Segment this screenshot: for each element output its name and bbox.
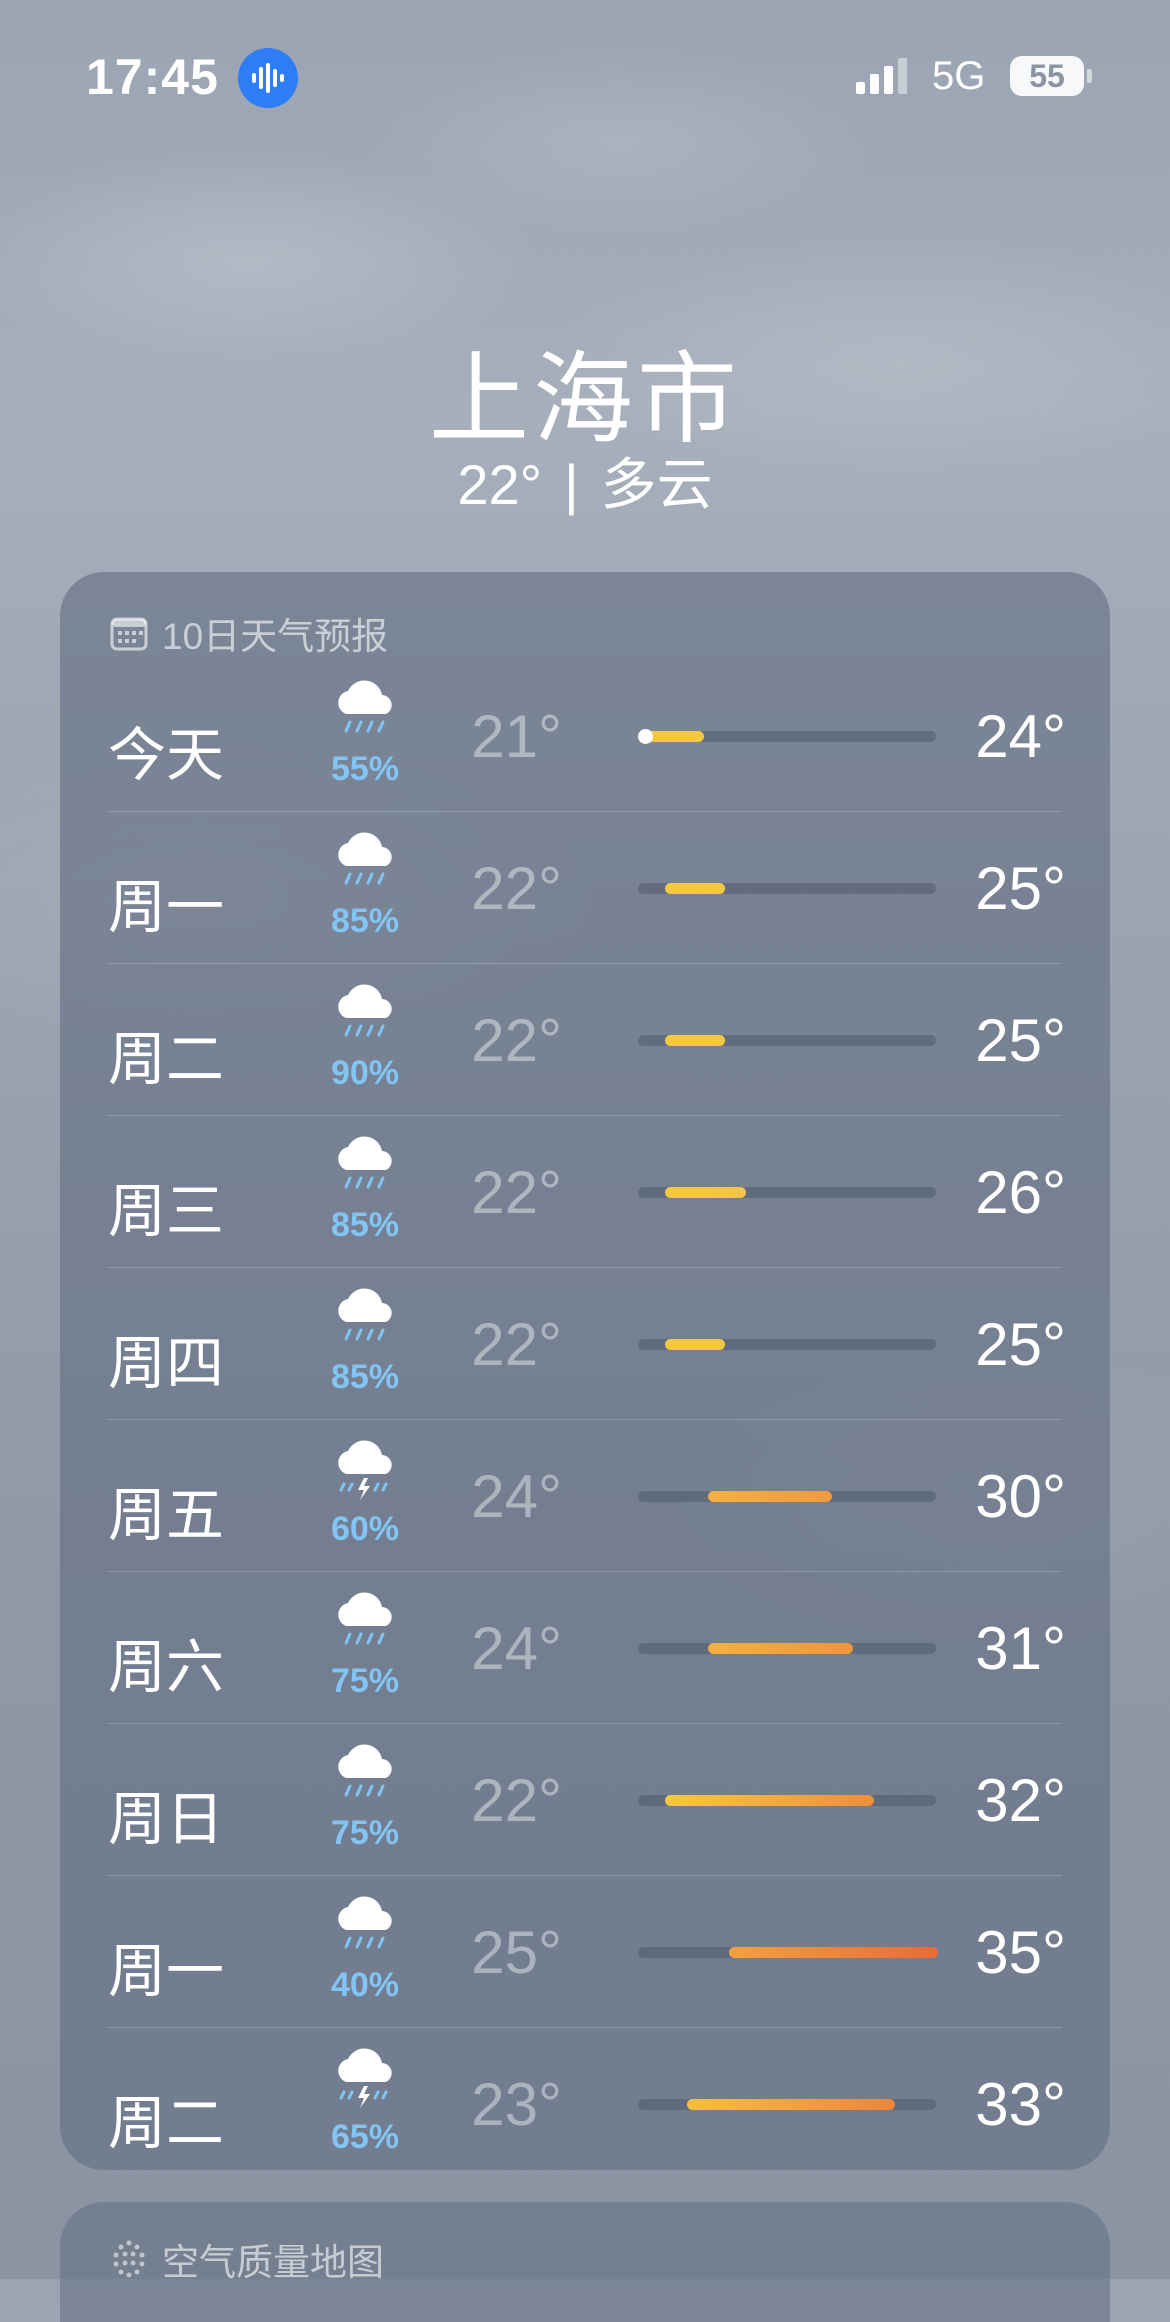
forecast-row[interactable]: 周五 60% 24° 30°: [108, 1420, 1066, 1572]
battery-icon: 55: [1010, 56, 1084, 96]
current-temperature-dot: [638, 729, 653, 744]
forecast-list: 今天 55% 21° 24° 周一 85% 22° 25° 周二 90% 22° 25° 周三 85% 22…: [108, 660, 1066, 2179]
high-temperature: 30°: [975, 1463, 1066, 1530]
low-temperature: 22°: [471, 1007, 562, 1074]
current-condition: 多云: [600, 453, 713, 516]
ten-day-forecast-card[interactable]: 10日天气预报 今天 55% 21° 24° 周一 85% 22° 25° 周二 90% 22° 25…: [60, 572, 1110, 2170]
temperature-range-fill: [665, 1187, 747, 1198]
waveform-icon: [252, 63, 284, 93]
temperature-range-fill: [729, 1947, 938, 1958]
current-temperature: 22°: [457, 453, 543, 516]
low-temperature: 25°: [471, 1919, 562, 1986]
temperature-range-fill: [707, 1491, 832, 1502]
card-header: 10日天气预报: [110, 608, 388, 658]
high-temperature: 25°: [975, 1007, 1066, 1074]
temperature-range-fill: [707, 1643, 853, 1654]
forecast-day: 周三: [108, 1179, 225, 1244]
temperature-range-bar: [638, 1795, 936, 1806]
air-quality-icon: [113, 2240, 145, 2278]
high-temperature: 32°: [975, 1767, 1066, 1834]
network-type: 5G: [932, 54, 986, 98]
low-temperature: 24°: [471, 1615, 562, 1682]
forecast-day: 周一: [108, 875, 225, 940]
temperature-range-bar: [638, 1491, 936, 1502]
high-temperature: 24°: [975, 703, 1066, 770]
forecast-day: 周四: [108, 1331, 225, 1396]
forecast-row[interactable]: 周日 75% 22° 32°: [108, 1724, 1066, 1876]
forecast-day: 周六: [108, 1635, 225, 1700]
temperature-range-bar: [638, 729, 936, 744]
forecast-row[interactable]: 今天 55% 21° 24°: [108, 660, 1066, 812]
card-header: 空气质量地图: [110, 2234, 384, 2284]
forecast-row[interactable]: 周二 90% 22° 25°: [108, 964, 1066, 1116]
forecast-row[interactable]: 周六 75% 24° 31°: [108, 1572, 1066, 1724]
temperature-range-bar: [638, 1643, 936, 1654]
temperature-range-bar: [638, 1947, 938, 1958]
status-bar: 17:45 5G 55: [0, 0, 1170, 150]
forecast-row[interactable]: 周四 85% 22° 25°: [108, 1268, 1066, 1420]
air-quality-title: 空气质量地图: [162, 2242, 384, 2283]
forecast-day: 周五: [108, 1483, 225, 1548]
forecast-row[interactable]: 周一 85% 22° 25°: [108, 812, 1066, 964]
temperature-range-fill: [665, 883, 726, 894]
low-temperature: 22°: [471, 855, 562, 922]
low-temperature: 24°: [471, 1463, 562, 1530]
high-temperature: 33°: [975, 2071, 1066, 2138]
high-temperature: 25°: [975, 855, 1066, 922]
low-temperature: 21°: [471, 703, 562, 770]
low-temperature: 22°: [471, 1311, 562, 1378]
high-temperature: 25°: [975, 1311, 1066, 1378]
temperature-range-bar: [638, 1035, 936, 1046]
low-temperature: 23°: [471, 2071, 562, 2138]
battery-nub: [1087, 69, 1092, 83]
forecast-day: 周二: [108, 2091, 225, 2156]
voice-memo-indicator[interactable]: [238, 48, 298, 108]
low-temperature: 22°: [471, 1767, 562, 1834]
low-temperature: 22°: [471, 1159, 562, 1226]
temperature-range-fill: [665, 1795, 875, 1806]
temperature-range-fill: [665, 1035, 726, 1046]
calendar-icon: [110, 617, 148, 651]
temperature-range-bar: [638, 1339, 936, 1350]
temperature-range-bar: [638, 883, 936, 894]
forecast-row[interactable]: 周二 65% 23° 33°: [108, 2028, 1066, 2179]
temperature-range-bar: [638, 2099, 936, 2110]
high-temperature: 35°: [975, 1919, 1066, 1986]
status-time: 17:45: [86, 49, 219, 105]
air-quality-map-card[interactable]: 空气质量地图: [60, 2202, 1110, 2322]
battery-level: 55: [1029, 57, 1065, 94]
high-temperature: 26°: [975, 1159, 1066, 1226]
forecast-day: 今天: [108, 723, 225, 788]
current-conditions: 22° | 多云: [0, 440, 1170, 521]
temperature-range-bar: [638, 1187, 936, 1198]
forecast-day: 周二: [108, 1027, 225, 1092]
forecast-row[interactable]: 周三 85% 22° 26°: [108, 1116, 1066, 1268]
forecast-title: 10日天气预报: [162, 616, 389, 657]
high-temperature: 31°: [975, 1615, 1066, 1682]
separator: |: [564, 453, 579, 516]
forecast-day: 周一: [108, 1939, 225, 2004]
cellular-signal-icon: [856, 58, 907, 94]
temperature-range-fill: [665, 1339, 726, 1350]
forecast-row[interactable]: 周一 40% 25° 35°: [108, 1876, 1066, 2028]
forecast-day: 周日: [108, 1787, 225, 1852]
temperature-range-fill: [686, 2099, 896, 2110]
